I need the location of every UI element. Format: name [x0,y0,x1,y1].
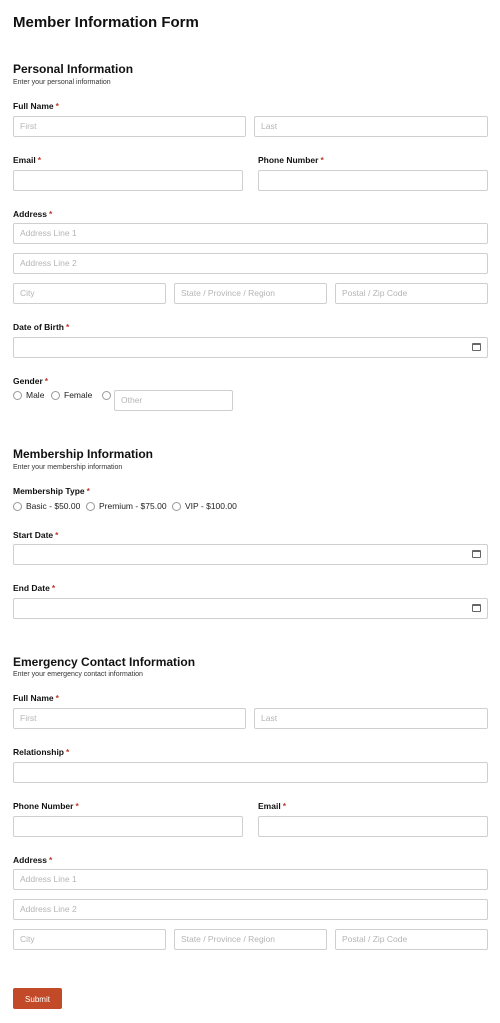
required-mark: * [44,376,49,386]
label-text: Phone Number [258,155,319,165]
emergency-state-input[interactable]: State / Province / Region [174,929,327,950]
emergency-phone-input[interactable] [13,816,243,837]
required-mark: * [66,322,70,332]
start-date-label: Start Date * [13,530,58,540]
label-text: End Date [13,583,50,593]
label-text: Membership Type [13,486,85,496]
emergency-first-name-input[interactable]: First [13,708,246,729]
gender-female-label[interactable]: Female [64,390,92,400]
personal-first-name-input[interactable]: First [13,116,246,137]
emergency-address-line2-input[interactable]: Address Line 2 [13,899,488,920]
submit-button[interactable]: Submit [13,988,62,1009]
emergency-city-input[interactable]: City [13,929,166,950]
label-text: Date of Birth [13,322,64,332]
relationship-input[interactable] [13,762,488,783]
emergency-email-label: Email * [258,801,286,811]
start-date-input[interactable] [13,544,488,565]
emergency-section-description: Enter your emergency contact information [13,671,143,678]
personal-full-name-label: Full Name * [13,101,59,111]
label-text: Address [13,209,48,219]
personal-last-name-input[interactable]: Last [254,116,488,137]
label-text: Relationship [13,747,65,757]
emergency-section-title: Emergency Contact Information [13,655,196,669]
personal-address-line2-input[interactable]: Address Line 2 [13,253,488,274]
personal-section-title: Personal Information [13,62,134,76]
required-mark: * [86,486,90,496]
label-text: Full Name [13,101,54,111]
required-mark: * [49,855,53,865]
required-mark: * [55,530,59,540]
emergency-address-label: Address * [13,855,52,865]
emergency-full-name-label: Full Name * [13,693,59,703]
membership-premium-radio[interactable] [86,502,95,511]
gender-other-input[interactable]: Other [114,390,233,411]
required-mark: * [66,747,70,757]
membership-vip-label[interactable]: VIP - $100.00 [185,501,237,511]
label-text: Address [13,855,48,865]
calendar-icon[interactable] [472,343,481,351]
membership-premium-label[interactable]: Premium - $75.00 [99,501,167,511]
calendar-icon[interactable] [472,550,481,558]
member-form-page: Member Information Form Personal Informa… [0,0,500,1023]
dob-label: Date of Birth * [13,322,69,332]
personal-postal-input[interactable]: Postal / Zip Code [335,283,488,304]
personal-state-input[interactable]: State / Province / Region [174,283,327,304]
gender-female-radio[interactable] [51,391,60,400]
label-text: Gender [13,376,43,386]
label-text: Full Name [13,693,54,703]
membership-section-description: Enter your membership information [13,464,123,471]
personal-city-input[interactable]: City [13,283,166,304]
personal-address-label: Address * [13,209,52,219]
personal-email-input[interactable] [13,170,243,191]
membership-basic-label[interactable]: Basic - $50.00 [26,501,80,511]
required-mark: * [51,583,56,593]
dob-date-input[interactable] [13,337,488,358]
required-mark: * [37,155,41,165]
membership-vip-radio[interactable] [172,502,181,511]
membership-section-title: Membership Information [13,447,154,461]
label-text: Phone Number [13,801,74,811]
gender-other-radio[interactable] [102,391,111,400]
emergency-address-line1-input[interactable]: Address Line 1 [13,869,488,890]
emergency-last-name-input[interactable]: Last [254,708,488,729]
membership-type-label: Membership Type * [13,486,90,496]
personal-section-description: Enter your personal information [13,79,111,86]
required-mark: * [282,801,286,811]
emergency-phone-label: Phone Number * [13,801,79,811]
personal-phone-input[interactable] [258,170,488,191]
required-mark: * [320,155,324,165]
label-text: Start Date [13,530,54,540]
emergency-postal-input[interactable]: Postal / Zip Code [335,929,488,950]
membership-basic-radio[interactable] [13,502,22,511]
gender-label: Gender * [13,376,48,386]
required-mark: * [49,209,53,219]
gender-male-radio[interactable] [13,391,22,400]
end-date-input[interactable] [13,598,488,619]
required-mark: * [55,101,59,111]
calendar-icon[interactable] [472,604,481,612]
required-mark: * [75,801,79,811]
end-date-label: End Date * [13,583,55,593]
personal-phone-label: Phone Number * [258,155,324,165]
form-title: Member Information Form [13,14,199,31]
personal-email-label: Email * [13,155,41,165]
label-text: Email [258,801,281,811]
emergency-email-input[interactable] [258,816,488,837]
required-mark: * [55,693,59,703]
relationship-label: Relationship * [13,747,69,757]
gender-male-label[interactable]: Male [26,390,44,400]
personal-address-line1-input[interactable]: Address Line 1 [13,223,488,244]
label-text: Email [13,155,36,165]
